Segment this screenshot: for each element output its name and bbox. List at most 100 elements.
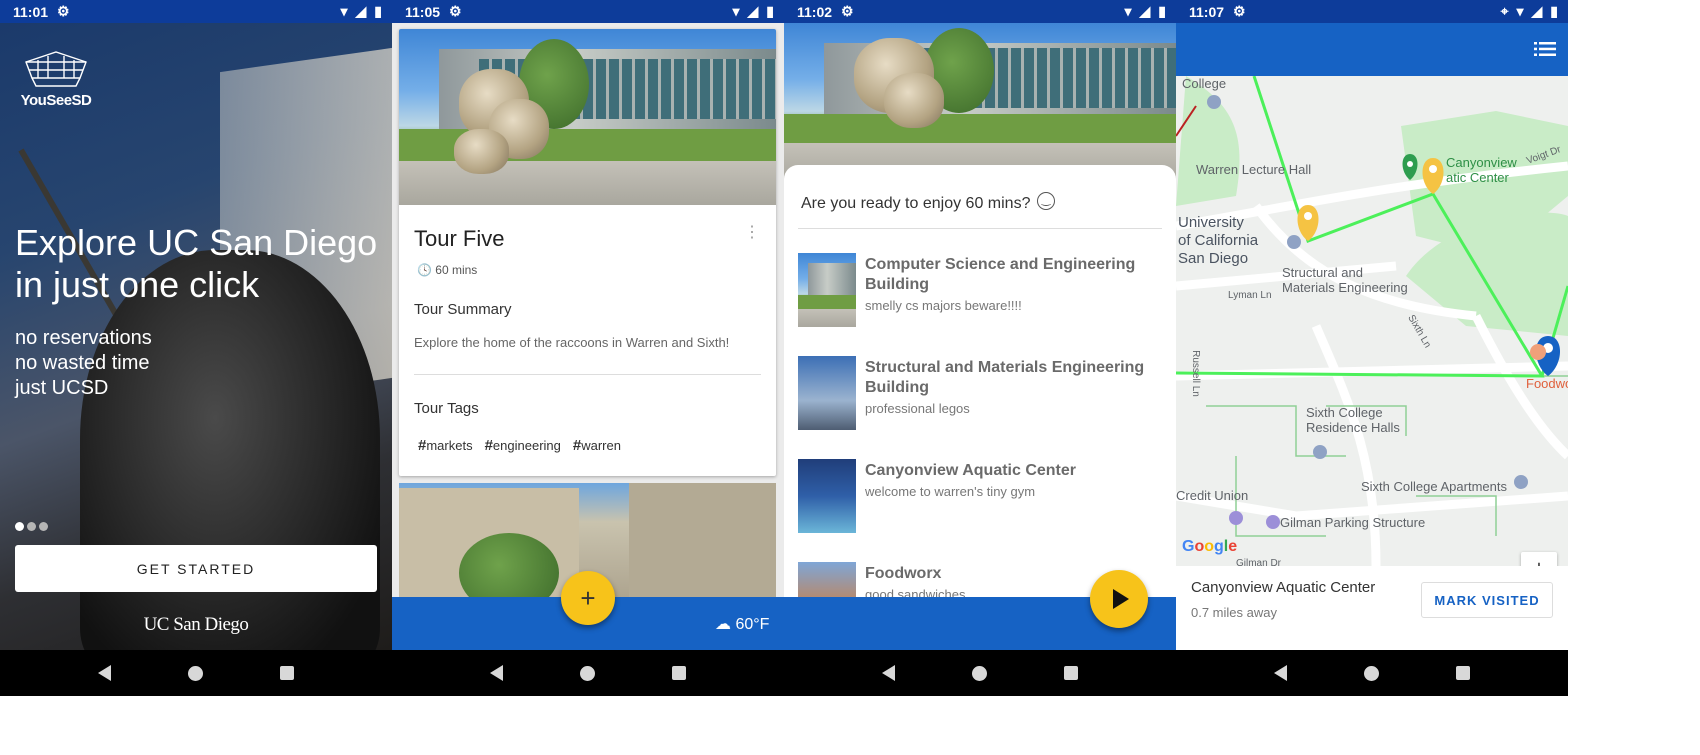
divider (798, 228, 1162, 229)
page-dot[interactable] (39, 522, 48, 531)
tagline: just UCSD (15, 377, 109, 399)
status-time: 11:02 (797, 4, 833, 20)
logo-mark-icon (25, 51, 87, 87)
status-bar: 11:01 ⚙ ▾ ◢ ▮ (0, 0, 392, 23)
nav-back-icon[interactable] (98, 665, 112, 681)
stop-description: professional legos (865, 401, 970, 416)
tour-stops-screen: 11:02 ⚙ ▾ ◢ ▮ Are you ready to enjoy 60 … (784, 0, 1176, 696)
status-bar: 11:02 ⚙ ▾ ◢ ▮ (784, 0, 1176, 23)
mark-visited-button[interactable]: MARK VISITED (1421, 582, 1553, 618)
logo-text: YouSeeSD (20, 92, 92, 109)
zoom-in-button[interactable]: + (1521, 552, 1557, 566)
nav-home-icon[interactable] (1363, 665, 1379, 681)
tour-title: Tour Five (414, 226, 505, 251)
status-time: 11:05 (405, 4, 441, 20)
tour-summary: Explore the home of the raccoons in Warr… (414, 335, 730, 350)
nav-bar (1176, 650, 1568, 696)
nav-bar (784, 650, 1176, 696)
list-menu-icon[interactable] (1534, 41, 1556, 57)
start-tour-button[interactable] (1090, 570, 1148, 628)
stop-item[interactable]: Structural and Materials Engineering Bui… (798, 356, 1168, 436)
tag-chip[interactable]: #engineering (485, 437, 561, 454)
tour-detail-screen: 11:05 ⚙ ▾ ◢ ▮ Tour Five ⋮ 🕓 60 mins Tour… (392, 0, 784, 696)
map-label: Canyonview atic Center (1446, 155, 1517, 185)
welcome-taglines: no reservations no wasted time just UCSD (15, 326, 152, 401)
nav-home-icon[interactable] (579, 665, 595, 681)
settings-gear-icon: ⚙ (1233, 3, 1246, 19)
stop-description: welcome to warren's tiny gym (865, 484, 1036, 499)
cloud-icon: ☁ (715, 616, 731, 633)
nav-home-icon[interactable] (971, 665, 987, 681)
tour-photo (784, 23, 1176, 183)
status-icons: ▾ ◢ ▮ (1124, 3, 1166, 20)
map-label: Gilman Dr (1236, 558, 1282, 566)
stop-description: smelly cs majors beware!!!! (865, 298, 1022, 313)
nav-recents-icon[interactable] (1455, 666, 1470, 680)
place-name: Canyonview Aquatic Center (1191, 579, 1376, 596)
nav-back-icon[interactable] (1274, 665, 1288, 681)
status-icons: ▾ ◢ ▮ (340, 3, 382, 20)
map-label: Warren Lecture Hall (1196, 162, 1312, 177)
tag-chip[interactable]: #warren (573, 437, 621, 454)
page-dot[interactable] (27, 522, 36, 531)
map-label: Credit Union (1176, 488, 1249, 503)
stop-thumbnail (798, 459, 856, 533)
status-icons: ▾ ◢ ▮ (732, 3, 774, 20)
nav-bar (392, 650, 784, 696)
smiley-icon: ‿ (1037, 192, 1055, 210)
tour-duration: 🕓 60 mins (417, 263, 478, 277)
wifi-icon: ▾ (1516, 3, 1524, 19)
nav-back-icon[interactable] (882, 665, 896, 681)
summary-heading: Tour Summary (414, 301, 512, 318)
wifi-icon: ▾ (732, 3, 740, 19)
divider (414, 374, 761, 375)
battery-icon: ▮ (374, 3, 382, 19)
tag-chip[interactable]: #markets (418, 437, 473, 454)
nav-home-icon[interactable] (187, 665, 203, 681)
stop-name: Computer Science and Engineering Buildin… (865, 256, 1136, 293)
status-time: 11:01 (13, 4, 49, 20)
nav-recents-icon[interactable] (671, 666, 686, 680)
nav-recents-icon[interactable] (279, 666, 294, 680)
battery-icon: ▮ (1158, 3, 1166, 19)
stop-item[interactable]: Canyonview Aquatic Center welcome to war… (798, 459, 1168, 539)
tour-stops-sheet: Are you ready to enjoy 60 mins? ‿ Comput… (784, 165, 1176, 605)
signal-icon: ◢ (1139, 3, 1151, 19)
battery-icon: ▮ (766, 3, 774, 19)
status-time: 11:07 (1189, 4, 1225, 20)
ready-prompt: Are you ready to enjoy 60 mins? (801, 195, 1031, 212)
stop-thumbnail (798, 356, 856, 430)
ucsd-wordmark: UC San Diego (143, 614, 249, 635)
play-icon (1113, 589, 1129, 609)
nav-recents-icon[interactable] (1063, 666, 1078, 680)
nav-back-icon[interactable] (490, 665, 504, 681)
status-icons: ⌖ ▾ ◢ ▮ (1501, 3, 1558, 20)
stop-thumbnail (798, 253, 856, 327)
nav-bar (0, 650, 392, 696)
page-indicator (15, 522, 48, 531)
google-logo: Google (1182, 538, 1238, 555)
map-label: Sixth College Apartments (1361, 479, 1507, 494)
more-options-icon[interactable]: ⋮ (744, 225, 760, 241)
get-started-button[interactable]: GET STARTED (15, 545, 377, 592)
status-bar: 11:07 ⚙ ⌖ ▾ ◢ ▮ (1176, 0, 1568, 23)
stop-item[interactable]: Computer Science and Engineering Buildin… (798, 253, 1168, 333)
map-label: Structural and Materials Engineering (1282, 265, 1408, 295)
battery-icon: ▮ (1550, 3, 1558, 19)
tour-tags: #markets #engineering #warren (418, 437, 621, 454)
page-dot-active[interactable] (15, 522, 24, 531)
app-bar (1176, 23, 1568, 76)
map-label: Gilman Parking Structure (1280, 515, 1426, 530)
screenshot-composite: 11:01 ⚙ ▾ ◢ ▮ YouSeeSD Explore UC San Di… (0, 0, 1568, 696)
welcome-headline: Explore UC San Diego in just one click (15, 222, 378, 305)
tour-card[interactable]: Tour Five ⋮ 🕓 60 mins Tour Summary Explo… (399, 29, 776, 476)
map-label: Foodwo (1526, 376, 1568, 391)
location-icon: ⌖ (1500, 3, 1509, 19)
place-info-panel: Canyonview Aquatic Center 0.7 miles away… (1176, 566, 1568, 650)
map-label: Russell Ln (1189, 350, 1201, 397)
settings-gear-icon: ⚙ (449, 3, 462, 19)
add-tour-button[interactable]: + (561, 571, 615, 625)
place-distance: 0.7 miles away (1191, 605, 1277, 620)
campus-map[interactable]: College Warren Lecture Hall Canyonview a… (1176, 76, 1568, 566)
tagline: no wasted time (15, 352, 150, 374)
